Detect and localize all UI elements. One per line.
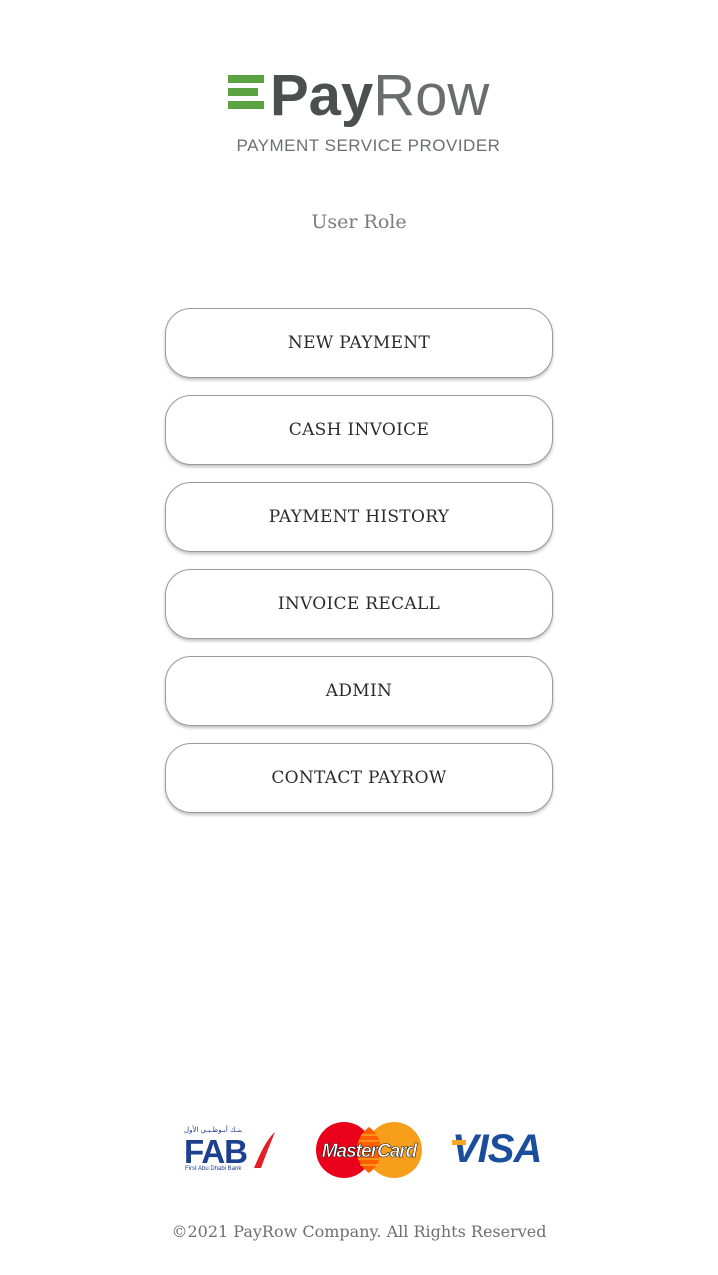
fab-subtext: First Abu Dhabi Bank <box>185 1166 242 1172</box>
fab-swoosh-icon <box>254 1132 275 1168</box>
fab-logo: بنـك أبـوظـبـي الأول FAB First Abu Dhabi… <box>184 1126 276 1174</box>
payrow-wordmark: PayRow <box>270 62 489 130</box>
cash-invoice-button[interactable]: CASH INVOICE <box>165 395 553 465</box>
invoice-recall-button[interactable]: INVOICE RECALL <box>165 569 553 639</box>
new-payment-button[interactable]: NEW PAYMENT <box>165 308 553 378</box>
copyright-text: ©2021 PayRow Company. All Rights Reserve… <box>171 1222 547 1241</box>
payrow-logo-mark <box>228 75 264 115</box>
partner-logos: بنـك أبـوظـبـي الأول FAB First Abu Dhabi… <box>0 1118 718 1182</box>
logo-row-text: Row <box>373 63 490 128</box>
logo-pay-text: Pay <box>270 63 374 128</box>
payrow-logo: PayRow PAYMENT SERVICE PROVIDER <box>0 63 718 163</box>
mastercard-text: MasterCard <box>322 1141 418 1162</box>
contact-payrow-button[interactable]: CONTACT PAYROW <box>165 743 553 813</box>
visa-logo: VISA <box>452 1127 542 1171</box>
role-menu: NEW PAYMENT CASH INVOICE PAYMENT HISTORY… <box>165 308 553 830</box>
visa-text: VISA <box>452 1127 542 1171</box>
fab-text: FAB <box>184 1133 248 1170</box>
page-title: User Role <box>311 211 407 233</box>
logo-tagline: PAYMENT SERVICE PROVIDER <box>236 136 501 155</box>
admin-button[interactable]: ADMIN <box>165 656 553 726</box>
mastercard-logo: MasterCard <box>316 1122 422 1178</box>
payment-history-button[interactable]: PAYMENT HISTORY <box>165 482 553 552</box>
